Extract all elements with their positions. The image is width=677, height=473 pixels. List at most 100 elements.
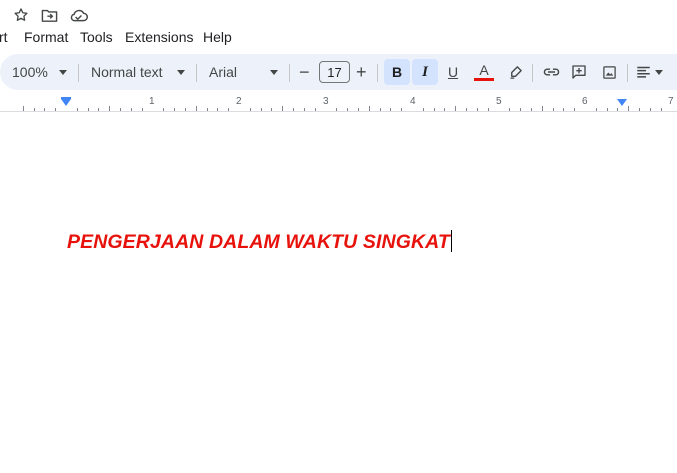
- ruler-tick: [617, 108, 619, 111]
- zoom-select[interactable]: 100%: [12, 54, 67, 90]
- ruler-tick: [336, 108, 338, 111]
- menu-extensions[interactable]: Extensions: [125, 29, 193, 45]
- insert-link-button[interactable]: [538, 59, 564, 85]
- menu-tools[interactable]: Tools: [80, 29, 113, 45]
- text-color-swatch: [474, 78, 494, 81]
- font-family-value: Arial: [209, 64, 238, 80]
- ruler-tick: [530, 108, 532, 111]
- document-title-icons: [0, 0, 677, 28]
- zoom-dropdown-icon: [58, 69, 67, 75]
- menu-insert[interactable]: rt: [0, 29, 8, 45]
- menu-format[interactable]: Format: [24, 29, 68, 45]
- ruler-tick: [174, 108, 176, 111]
- zoom-value: 100%: [12, 64, 48, 80]
- ruler-tick: [87, 108, 89, 111]
- ruler-tick: [541, 106, 543, 111]
- ruler-tick: [195, 106, 197, 111]
- ruler-tick: [390, 108, 392, 111]
- text-cursor: [450, 230, 452, 252]
- decrease-font-size-button[interactable]: −: [299, 54, 310, 90]
- ruler-tick: [444, 108, 446, 111]
- align-select[interactable]: [636, 54, 663, 90]
- ruler-tick: [109, 106, 111, 111]
- ruler-tick: [293, 108, 295, 111]
- ruler-tick: [574, 108, 576, 111]
- ruler-tick: [660, 108, 662, 111]
- cloud-saved-icon[interactable]: [68, 5, 88, 25]
- ruler-tick: [357, 108, 359, 111]
- ruler-label: 4: [410, 96, 416, 107]
- ruler-tick: [509, 108, 511, 111]
- menu-help[interactable]: Help: [203, 29, 232, 45]
- ruler-tick: [271, 108, 273, 111]
- ruler-tick: [228, 108, 230, 111]
- underline-button[interactable]: U: [440, 59, 466, 85]
- left-indent-marker[interactable]: [61, 99, 71, 106]
- link-icon: [543, 68, 559, 76]
- document-text-content: PENGERJAAN DALAM WAKTU SINGKAT: [67, 231, 450, 253]
- ruler-tick: [401, 108, 403, 111]
- italic-button[interactable]: I: [412, 59, 438, 85]
- ruler-tick: [487, 108, 489, 111]
- toolbar-separator: [78, 64, 79, 82]
- highlighter-icon: [510, 65, 522, 79]
- paragraph-style-select[interactable]: Normal text: [91, 54, 185, 90]
- insert-image-button[interactable]: [596, 59, 622, 85]
- star-icon[interactable]: [11, 5, 31, 25]
- add-comment-button[interactable]: [566, 59, 592, 85]
- ruler-tick: [249, 108, 251, 111]
- ruler-tick: [649, 108, 651, 111]
- ruler-tick: [217, 108, 219, 111]
- first-line-indent-marker[interactable]: [61, 97, 71, 99]
- text-color-button[interactable]: A: [471, 59, 497, 85]
- toolbar-separator: [627, 64, 628, 82]
- paragraph-style-value: Normal text: [91, 64, 163, 80]
- ruler-tick: [141, 108, 143, 111]
- ruler-tick: [44, 108, 46, 111]
- document-body-text[interactable]: PENGERJAAN DALAM WAKTU SINGKAT: [67, 230, 452, 254]
- ruler-tick: [606, 108, 608, 111]
- style-dropdown-icon: [176, 69, 185, 75]
- ruler-tick: [552, 108, 554, 111]
- toolbar-separator: [377, 64, 378, 82]
- bold-button[interactable]: B: [384, 59, 410, 85]
- ruler-tick: [628, 106, 630, 111]
- ruler-label: 3: [323, 96, 329, 107]
- text-color-letter: A: [479, 62, 489, 78]
- ruler-tick: [76, 108, 78, 111]
- highlight-color-button[interactable]: [502, 59, 528, 85]
- align-left-icon: [637, 66, 650, 78]
- image-icon: [602, 65, 616, 79]
- font-family-select[interactable]: Arial: [209, 54, 279, 90]
- toolbar: 100% Normal text Arial − 17 + B I U A: [0, 54, 677, 90]
- ruler-tick: [455, 106, 457, 111]
- ruler-tick: [206, 108, 208, 111]
- toolbar-separator: [532, 64, 533, 82]
- ruler-label: 1: [149, 96, 155, 107]
- toolbar-separator: [196, 64, 197, 82]
- ruler-tick: [466, 108, 468, 111]
- ruler-tick: [184, 108, 186, 111]
- ruler-tick: [563, 108, 565, 111]
- ruler-tick: [368, 106, 370, 111]
- move-to-folder-icon[interactable]: [39, 5, 59, 25]
- ruler-label: 2: [236, 96, 242, 107]
- font-size-input[interactable]: 17: [319, 61, 350, 83]
- ruler-tick: [422, 108, 424, 111]
- increase-font-size-button[interactable]: +: [356, 54, 367, 90]
- ruler-label: 5: [496, 96, 502, 107]
- add-comment-icon: [572, 65, 586, 79]
- ruler-tick: [22, 106, 24, 111]
- ruler-tick: [476, 108, 478, 111]
- right-indent-marker[interactable]: [617, 99, 627, 106]
- ruler-tick: [347, 108, 349, 111]
- ruler-tick: [639, 108, 641, 111]
- menu-bar: rt Format Tools Extensions Help: [0, 28, 677, 48]
- align-dropdown-icon: [655, 69, 663, 75]
- font-dropdown-icon: [270, 69, 279, 75]
- toolbar-separator: [289, 64, 290, 82]
- ruler-tick: [520, 108, 522, 111]
- ruler-tick: [55, 108, 57, 111]
- ruler-tick: [303, 108, 305, 111]
- ruler: 1 2 3 4 5 6 7: [0, 95, 677, 112]
